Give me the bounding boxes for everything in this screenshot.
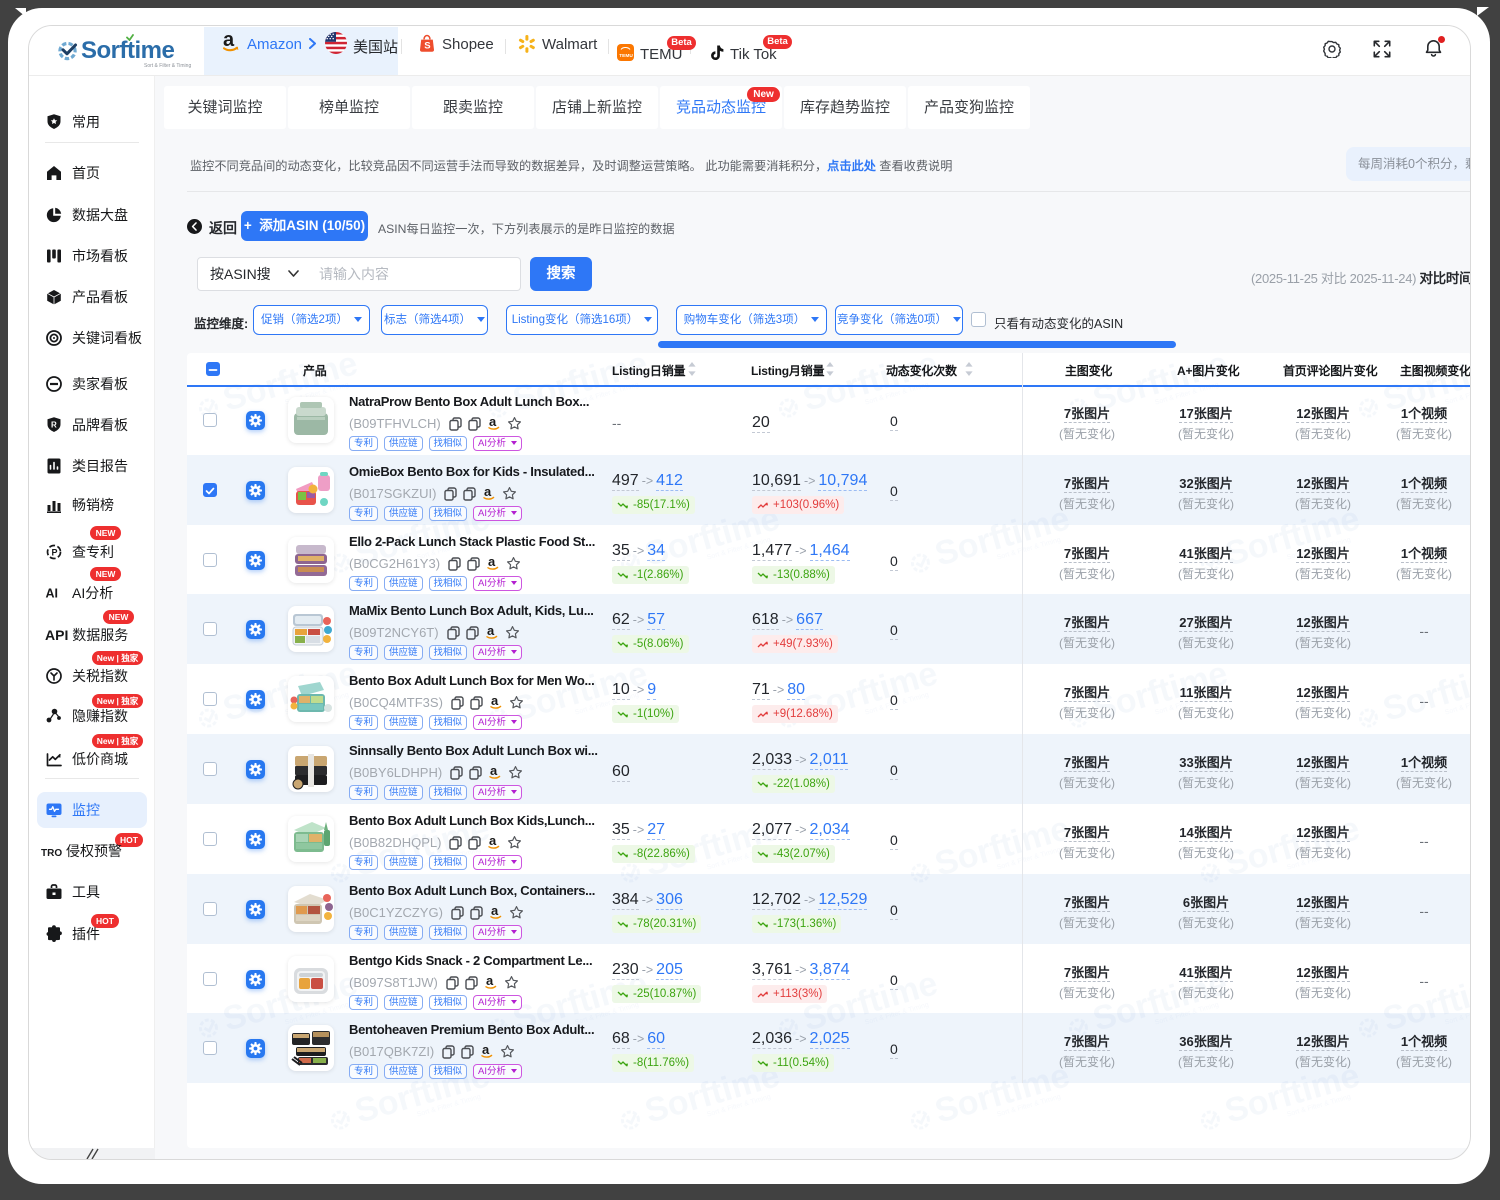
svg-text:a: a (487, 625, 495, 638)
svg-text:a: a (489, 835, 497, 848)
svg-text:a: a (489, 416, 497, 429)
svg-text:AI: AI (46, 587, 59, 601)
svg-text:a: a (484, 486, 492, 499)
svg-text:R: R (51, 421, 57, 430)
svg-text:TEMU: TEMU (619, 53, 633, 59)
svg-text:a: a (482, 1044, 490, 1057)
svg-text:S: S (424, 41, 430, 52)
svg-text:a: a (486, 975, 494, 988)
svg-text:a: a (491, 695, 499, 708)
svg-text:P: P (52, 547, 58, 557)
svg-text:a: a (491, 905, 499, 918)
svg-text:a: a (490, 765, 498, 778)
svg-text:a: a (488, 556, 496, 569)
